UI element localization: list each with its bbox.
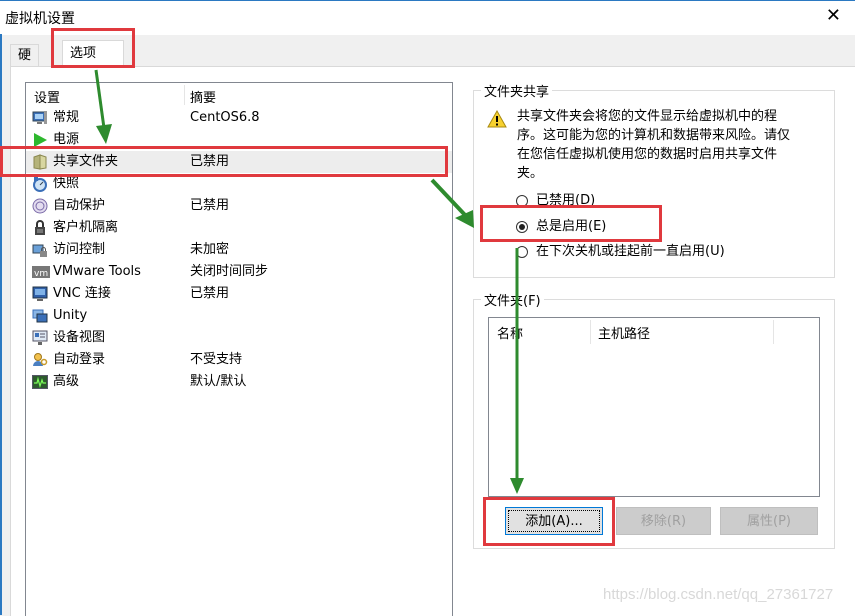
item-summary: 已禁用 — [190, 154, 230, 169]
tab-options[interactable]: 选项 — [62, 40, 124, 67]
list-header: 设置 摘要 — [26, 83, 452, 107]
column-separator[interactable] — [590, 320, 591, 344]
settings-list[interactable]: 设置 摘要 常规 CentOS6.8 电源 共享文件夹 已禁用 快照 自动保护 … — [25, 82, 453, 616]
warning-icon — [487, 109, 507, 128]
title-bar: 虚拟机设置 ✕ — [0, 0, 855, 35]
autologin-icon — [32, 352, 48, 368]
item-name: 访问控制 — [53, 242, 106, 257]
radio-label[interactable]: 已禁用(D) — [536, 192, 595, 210]
radio-label[interactable]: 总是启用(E) — [536, 218, 606, 236]
list-item-power[interactable]: 电源 — [26, 129, 452, 151]
access-control-icon — [32, 242, 48, 258]
item-summary: 已禁用 — [190, 286, 230, 301]
item-summary: 关闭时间同步 — [190, 264, 269, 279]
item-name: 快照 — [53, 176, 80, 191]
window-border — [0, 34, 2, 615]
item-summary: 默认/默认 — [190, 374, 247, 389]
folders-label: 文件夹(F) — [481, 290, 544, 309]
item-name: VNC 连接 — [53, 286, 111, 301]
item-name: 自动保护 — [53, 198, 106, 213]
item-summary: 已禁用 — [190, 198, 230, 213]
unity-icon — [32, 308, 48, 324]
radio-button-checked[interactable] — [516, 221, 528, 233]
properties-button[interactable]: 属性(P) — [720, 507, 818, 535]
vmware-tools-icon: vm — [32, 264, 50, 280]
list-item-autologin[interactable]: 自动登录 不受支持 — [26, 349, 452, 371]
list-item-unity[interactable]: Unity — [26, 305, 452, 327]
item-summary: 未加密 — [190, 242, 230, 257]
column-separator[interactable] — [184, 85, 185, 105]
window-title: 虚拟机设置 — [5, 11, 75, 27]
list-item-device-view[interactable]: 设备视图 — [26, 327, 452, 349]
item-name: 高级 — [53, 374, 80, 389]
play-icon — [32, 132, 48, 148]
radio-button[interactable] — [516, 246, 528, 258]
monitor-icon — [32, 110, 48, 126]
remove-button[interactable]: 移除(R) — [616, 507, 711, 535]
list-item-autoprotect[interactable]: 自动保护 已禁用 — [26, 195, 452, 217]
svg-text:vm: vm — [34, 269, 48, 279]
item-name: Unity — [53, 308, 88, 323]
column-header-summary[interactable]: 摘要 — [190, 87, 216, 106]
item-name: 客户机隔离 — [53, 220, 119, 235]
watermark: https://blog.csdn.net/qq_27361727 — [603, 586, 834, 603]
radio-label[interactable]: 在下次关机或挂起前一直启用(U) — [536, 243, 725, 261]
column-header-setting[interactable]: 设置 — [34, 87, 60, 106]
folder-sharing-label: 文件夹共享 — [481, 81, 553, 100]
folders-table[interactable]: 名称 主机路径 — [488, 317, 820, 497]
list-item-shared-folders[interactable]: 共享文件夹 已禁用 — [26, 151, 452, 173]
item-name: 电源 — [53, 132, 80, 147]
list-item-vmware-tools[interactable]: vm VMware Tools 关闭时间同步 — [26, 261, 452, 283]
warning-text: 共享文件夹会将您的文件显示给虚拟机中的程序。这可能为您的计算机和数据带来风险。请… — [517, 109, 791, 181]
tab-hardware[interactable]: 硬件 — [10, 44, 40, 84]
item-name: 自动登录 — [53, 352, 106, 367]
folder-icon — [32, 154, 48, 170]
list-item-snapshots[interactable]: 快照 — [26, 173, 452, 195]
snapshot-icon — [32, 176, 48, 192]
add-button[interactable]: 添加(A)... — [505, 507, 603, 535]
item-summary: 不受支持 — [190, 352, 243, 367]
column-separator[interactable] — [773, 320, 774, 344]
list-item-guest-isolation[interactable]: 客户机隔离 — [26, 217, 452, 239]
device-view-icon — [32, 330, 48, 346]
column-header-name[interactable]: 名称 — [497, 323, 523, 342]
item-name: VMware Tools — [53, 264, 141, 279]
list-item-access-control[interactable]: 访问控制 未加密 — [26, 239, 452, 261]
item-name: 常规 — [53, 110, 80, 125]
item-name: 设备视图 — [53, 330, 106, 345]
list-item-advanced[interactable]: 高级 默认/默认 — [26, 371, 452, 393]
advanced-icon — [32, 374, 48, 390]
column-header-host-path[interactable]: 主机路径 — [598, 323, 650, 342]
list-item-general[interactable]: 常规 CentOS6.8 — [26, 107, 452, 129]
radio-button[interactable] — [516, 195, 528, 207]
list-item-vnc[interactable]: VNC 连接 已禁用 — [26, 283, 452, 305]
item-name: 共享文件夹 — [53, 154, 119, 169]
lock-icon — [32, 220, 48, 236]
item-summary: CentOS6.8 — [190, 110, 260, 125]
autoprotect-icon — [32, 198, 48, 214]
close-icon[interactable]: ✕ — [826, 5, 841, 26]
vnc-icon — [32, 286, 48, 302]
